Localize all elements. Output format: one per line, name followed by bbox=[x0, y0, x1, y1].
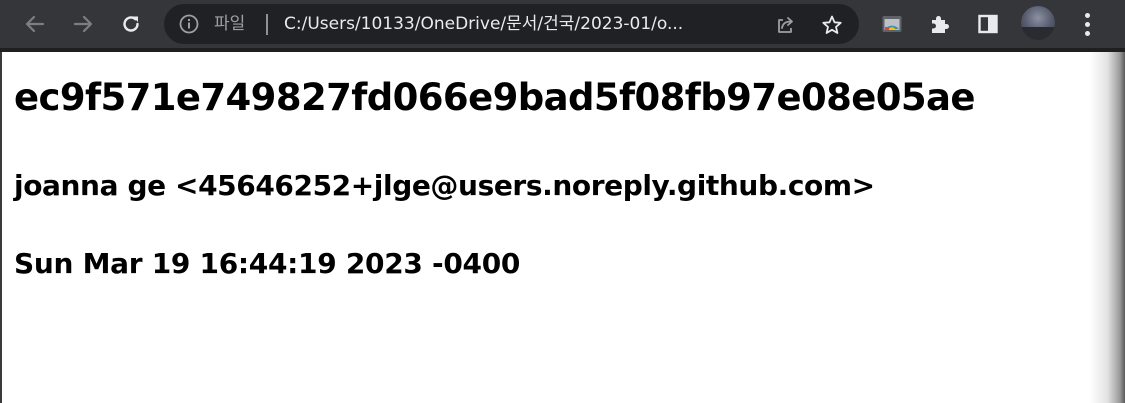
address-scheme-label: 파일 bbox=[214, 14, 246, 34]
cast-icon[interactable] bbox=[879, 11, 905, 37]
star-icon[interactable] bbox=[819, 12, 845, 38]
menu-dots-icon[interactable] bbox=[1075, 10, 1099, 38]
puzzle-icon[interactable] bbox=[927, 11, 953, 37]
forward-button[interactable] bbox=[67, 8, 99, 40]
info-icon[interactable] bbox=[178, 13, 200, 35]
side-panel-icon[interactable] bbox=[975, 11, 1001, 37]
avatar[interactable] bbox=[1021, 6, 1055, 40]
browser-toolbar: 파일 C:/Users/10133/OneDrive/문서/건국/2023-01… bbox=[0, 0, 1125, 52]
address-bar[interactable]: 파일 C:/Users/10133/OneDrive/문서/건국/2023-01… bbox=[164, 4, 859, 44]
share-icon[interactable] bbox=[772, 12, 798, 38]
commit-author: joanna ge <45646252+jlge@users.noreply.g… bbox=[14, 169, 875, 202]
commit-hash-heading: ec9f571e749827fd066e9bad5f08fb97e08e05ae bbox=[14, 76, 975, 119]
reload-button[interactable] bbox=[115, 8, 147, 40]
browser-window: 파일 C:/Users/10133/OneDrive/문서/건국/2023-01… bbox=[0, 0, 1125, 403]
arrow-left-icon bbox=[24, 13, 46, 35]
reload-icon bbox=[120, 13, 142, 35]
window-right-shadow bbox=[1090, 52, 1125, 403]
commit-date: Sun Mar 19 16:44:19 2023 -0400 bbox=[14, 247, 521, 280]
avatar-ground bbox=[1021, 27, 1055, 40]
arrow-right-icon bbox=[72, 13, 94, 35]
window-left-edge bbox=[0, 52, 2, 403]
back-button[interactable] bbox=[19, 8, 51, 40]
address-url[interactable]: C:/Users/10133/OneDrive/문서/건국/2023-01/o.… bbox=[284, 12, 782, 36]
page-content: ec9f571e749827fd066e9bad5f08fb97e08e05ae… bbox=[0, 52, 1090, 403]
address-separator bbox=[266, 14, 268, 35]
